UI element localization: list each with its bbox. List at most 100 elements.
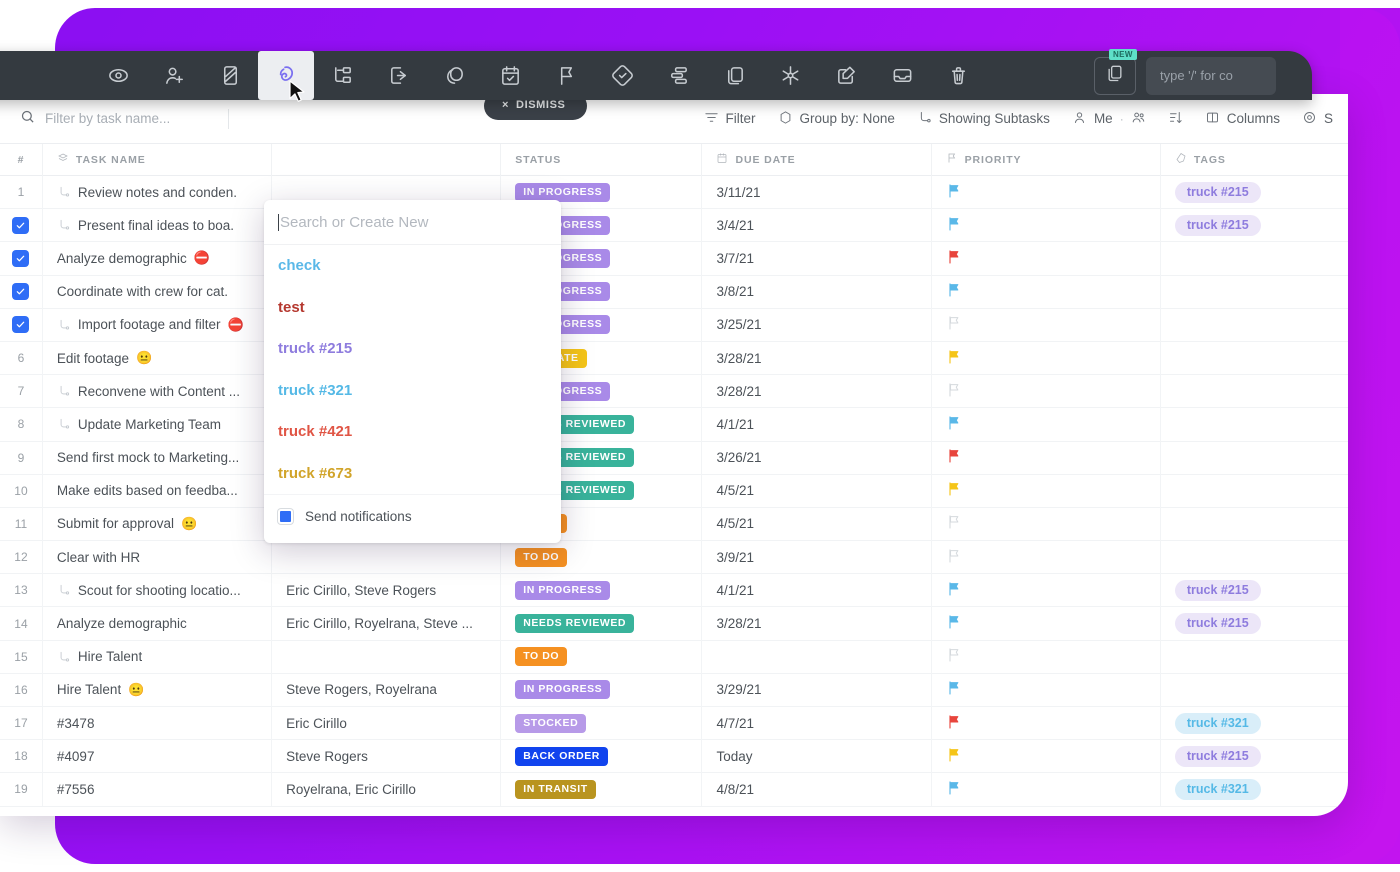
table-row[interactable]: Coordinate with crew for cat.IN PROGRESS… [0, 276, 1348, 309]
priority-cell[interactable] [932, 607, 1161, 640]
dropdown-item[interactable]: truck #421 [264, 411, 561, 453]
tag-chip[interactable]: truck #215 [1175, 182, 1261, 203]
priority-cell[interactable] [932, 441, 1161, 474]
row-select-cell[interactable]: 9 [0, 441, 43, 474]
task-name-cell[interactable]: Coordinate with crew for cat. [43, 275, 272, 308]
due-date-cell[interactable]: 3/28/21 [702, 375, 931, 408]
slash-command-field[interactable]: type '/' for co [1146, 57, 1276, 95]
tags-cell[interactable] [1161, 441, 1348, 474]
row-select-cell[interactable]: 1 [0, 176, 43, 209]
table-row[interactable]: 19#7556Royelrana, Eric CirilloIN TRANSIT… [0, 773, 1348, 806]
priority-cell[interactable] [932, 275, 1161, 308]
table-row[interactable]: 1Review notes and conden.IN PROGRESS3/11… [0, 176, 1348, 209]
copy-tasks-button[interactable]: NEW [1094, 57, 1136, 95]
tags-cell[interactable]: truck #215 [1161, 176, 1348, 209]
table-row[interactable]: 18#4097Steve RogersBACK ORDERTodaytruck … [0, 740, 1348, 773]
settings-button[interactable]: S [1293, 105, 1342, 133]
assignee-cell[interactable]: Eric Cirillo, Steve Rogers [272, 574, 501, 607]
tags-cell[interactable] [1161, 673, 1348, 706]
task-name-cell[interactable]: #7556 [43, 773, 272, 806]
due-date-cell[interactable]: 3/28/21 [702, 607, 931, 640]
due-date-cell[interactable]: 4/5/21 [702, 507, 931, 540]
status-cell[interactable]: IN PROGRESS [501, 574, 702, 607]
task-name-cell[interactable]: Hire Talent😐 [43, 673, 272, 706]
tag-chip[interactable]: truck #321 [1175, 779, 1261, 800]
table-row[interactable]: Analyze demographic⛔IN PROGRESS3/7/21 [0, 242, 1348, 275]
row-select-cell[interactable]: 7 [0, 375, 43, 408]
row-select-cell[interactable]: 16 [0, 673, 43, 706]
due-date-cell[interactable]: 3/25/21 [702, 308, 931, 341]
tag-chip[interactable]: truck #321 [1175, 713, 1261, 734]
search-input-wrapper[interactable] [0, 109, 228, 129]
table-row[interactable]: 16Hire Talent😐Steve Rogers, RoyelranaIN … [0, 674, 1348, 707]
status-cell[interactable]: TO DO [501, 541, 702, 574]
priority-cell[interactable] [932, 773, 1161, 806]
task-name-cell[interactable]: Present final ideas to boa. [43, 209, 272, 242]
due-date-cell[interactable]: 3/4/21 [702, 209, 931, 242]
tags-cell[interactable] [1161, 341, 1348, 374]
tag-chip[interactable]: truck #215 [1175, 580, 1261, 601]
me-filter-button[interactable]: Me · [1063, 105, 1155, 133]
due-date-cell[interactable]: 3/26/21 [702, 441, 931, 474]
tags-cell[interactable]: truck #215 [1161, 209, 1348, 242]
row-select-cell[interactable] [0, 275, 43, 308]
priority-cell[interactable] [932, 341, 1161, 374]
search-input[interactable] [45, 111, 215, 126]
priority-cell[interactable] [932, 640, 1161, 673]
tags-cell[interactable] [1161, 375, 1348, 408]
row-select-cell[interactable] [0, 242, 43, 275]
due-date-cell[interactable]: 4/8/21 [702, 773, 931, 806]
assignee-cell[interactable]: Steve Rogers, Royelrana [272, 673, 501, 706]
due-date-cell[interactable] [702, 640, 931, 673]
priority-cell[interactable] [932, 740, 1161, 773]
assignee-cell[interactable]: Eric Cirillo [272, 707, 501, 740]
task-name-cell[interactable]: Send first mock to Marketing... [43, 441, 272, 474]
due-date-cell[interactable]: 3/29/21 [702, 673, 931, 706]
priority-cell[interactable] [932, 707, 1161, 740]
task-name-cell[interactable]: Make edits based on feedba... [43, 474, 272, 507]
row-select-cell[interactable]: 17 [0, 707, 43, 740]
dropdown-item[interactable]: check [264, 245, 561, 287]
tags-cell[interactable]: truck #321 [1161, 707, 1348, 740]
status-cell[interactable]: STOCKED [501, 707, 702, 740]
priority-cell[interactable] [932, 375, 1161, 408]
task-name-cell[interactable]: #3478 [43, 707, 272, 740]
row-select-cell[interactable] [0, 308, 43, 341]
due-date-calendar-icon[interactable] [482, 51, 538, 100]
dropdown-item[interactable]: test [264, 287, 561, 329]
tags-cell[interactable]: truck #321 [1161, 773, 1348, 806]
due-date-cell[interactable]: Today [702, 740, 931, 773]
row-select-cell[interactable]: 18 [0, 740, 43, 773]
due-date-cell[interactable]: 3/8/21 [702, 275, 931, 308]
dropdown-item[interactable]: truck #673 [264, 453, 561, 495]
table-row[interactable]: 10Make edits based on feedba...Eric Ciri… [0, 475, 1348, 508]
row-checkbox-checked[interactable] [12, 316, 29, 333]
tags-cell[interactable] [1161, 541, 1348, 574]
row-select-cell[interactable]: 8 [0, 408, 43, 441]
priority-cell[interactable] [932, 242, 1161, 275]
status-cell[interactable]: IN TRANSIT [501, 773, 702, 806]
assignee-cell[interactable] [272, 640, 501, 673]
status-cell[interactable]: TO DO [501, 640, 702, 673]
row-select-cell[interactable]: 6 [0, 341, 43, 374]
dropdown-search-field[interactable]: Search or Create New [264, 200, 561, 245]
header-priority[interactable]: PRIORITY [932, 144, 1161, 176]
assignee-cell[interactable] [272, 541, 501, 574]
row-select-cell[interactable]: 10 [0, 474, 43, 507]
send-notifications-row[interactable]: Send notifications [264, 494, 561, 538]
tags-cell[interactable] [1161, 242, 1348, 275]
table-row[interactable]: Import footage and filter⛔IN PROGRESS3/2… [0, 309, 1348, 342]
priority-cell[interactable] [932, 408, 1161, 441]
row-select-cell[interactable] [0, 209, 43, 242]
status-cell[interactable]: IN PROGRESS [501, 673, 702, 706]
tags-cell[interactable] [1161, 275, 1348, 308]
priority-cell[interactable] [932, 209, 1161, 242]
table-row[interactable]: 7Reconvene with Content ...IN PROGRESS3/… [0, 375, 1348, 408]
task-name-cell[interactable]: Scout for shooting locatio... [43, 574, 272, 607]
due-date-cell[interactable]: 4/5/21 [702, 474, 931, 507]
dropdown-item[interactable]: truck #215 [264, 328, 561, 370]
task-name-cell[interactable]: Import footage and filter⛔ [43, 308, 272, 341]
copy-layers-icon[interactable] [706, 51, 762, 100]
header-status[interactable]: STATUS [501, 144, 702, 176]
due-date-cell[interactable]: 4/7/21 [702, 707, 931, 740]
